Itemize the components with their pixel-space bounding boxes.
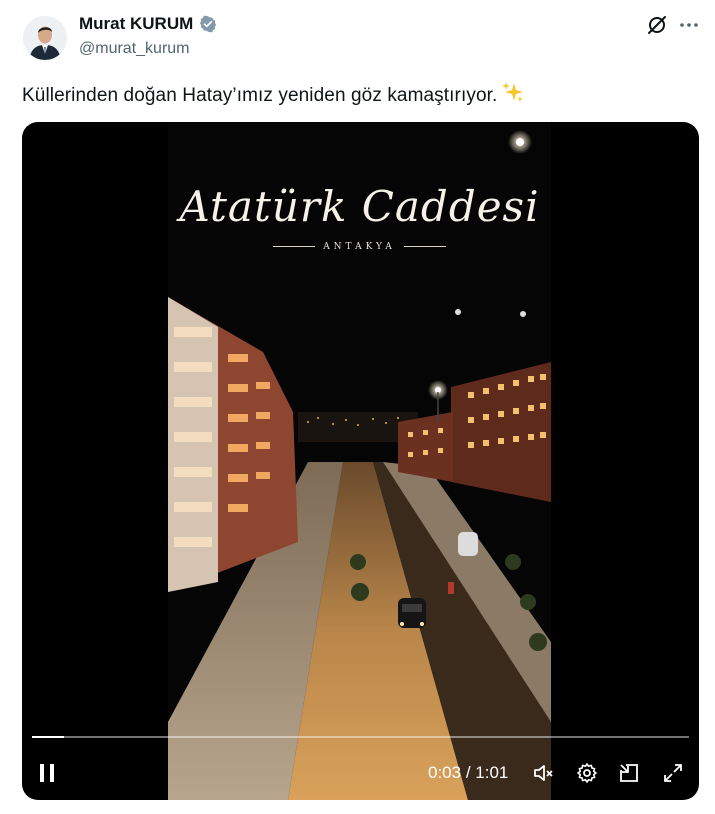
tweet-text: Küllerinden doğan Hatay’ımız yeniden göz… (22, 80, 525, 110)
video-time: 0:03 / 1:01 (428, 763, 508, 783)
video-progress-fill (32, 736, 65, 738)
tweet-body: Küllerinden doğan Hatay’ımız yeniden göz… (22, 85, 498, 106)
video-overlay-subtitle-text: ANTAKYA (323, 242, 396, 252)
avatar[interactable] (23, 16, 67, 60)
grok-icon[interactable] (646, 14, 668, 36)
fullscreen-icon[interactable] (662, 762, 684, 784)
settings-icon[interactable] (576, 762, 598, 784)
current-time: 0:03 (428, 763, 462, 782)
pip-icon[interactable] (618, 762, 640, 784)
display-name[interactable]: Murat KURUM (79, 14, 193, 34)
video-overlay-title: Atatürk Caddesi (179, 182, 540, 231)
video-overlay-subtitle: ANTAKYA (168, 242, 551, 252)
video-progress-bar[interactable] (32, 736, 689, 738)
video-frame[interactable]: Atatürk Caddesi ANTAKYA (168, 122, 551, 800)
time-separator: / (461, 763, 476, 782)
more-options-icon[interactable] (678, 14, 700, 36)
author-handle[interactable]: @murat_kurum (79, 40, 190, 58)
verified-badge-icon (200, 15, 217, 33)
sparkles-icon (501, 80, 525, 110)
video-player[interactable]: Atatürk Caddesi ANTAKYA 0:03 / 1:01 (22, 122, 699, 800)
mute-icon[interactable] (532, 762, 554, 784)
pause-icon[interactable] (36, 762, 58, 784)
duration: 1:01 (475, 763, 509, 782)
author-name-row[interactable]: Murat KURUM (79, 14, 217, 34)
